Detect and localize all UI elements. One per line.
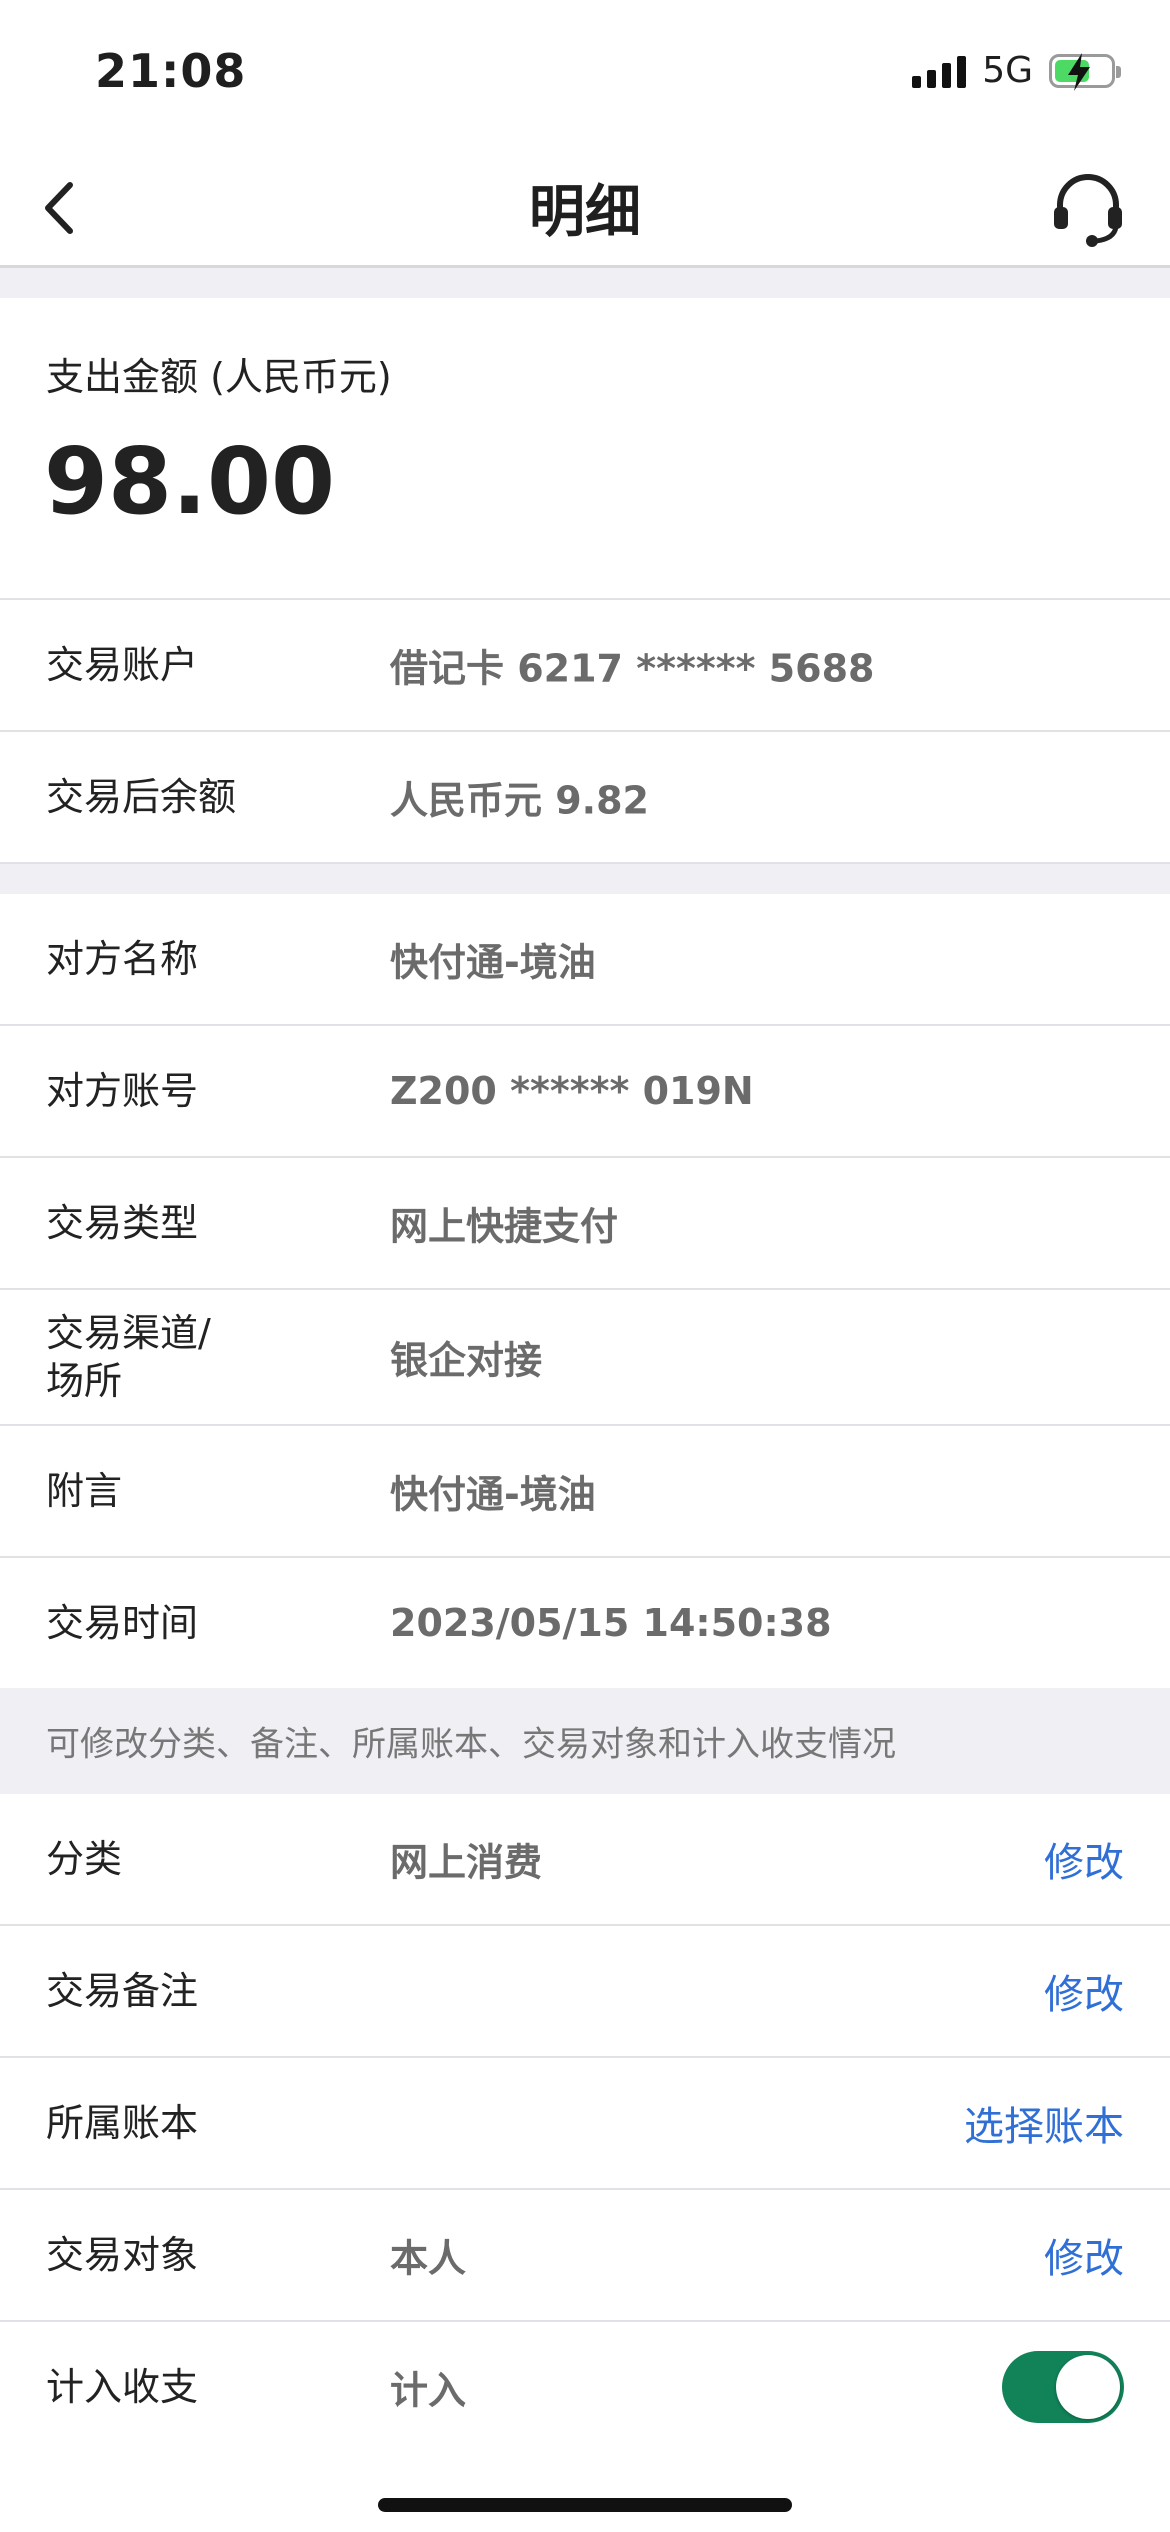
- edit-row-include: 计入收支 计入: [0, 2322, 1170, 2452]
- headset-icon: [1054, 174, 1122, 247]
- include-toggle[interactable]: [1002, 2351, 1124, 2423]
- row-value: 快付通-境油: [390, 940, 596, 985]
- battery-icon: [1049, 52, 1121, 91]
- edit-row-counterpart: 交易对象 本人 修改: [0, 2190, 1170, 2322]
- row-label: 对方名称: [46, 937, 199, 981]
- nav-bar: 明细: [0, 145, 1170, 268]
- row-label: 分类: [46, 1837, 123, 1881]
- edit-row-category: 分类 网上消费 修改: [0, 1794, 1170, 1926]
- row-label: 交易后余额: [46, 775, 237, 819]
- row-value: 借记卡 6217 ****** 5688: [390, 646, 875, 691]
- status-bar: 21:08 5G: [0, 0, 1170, 150]
- page-title: 明细: [529, 180, 641, 245]
- row-label: 对方账号: [46, 1069, 199, 1113]
- amount-value: 98.00: [44, 428, 336, 535]
- customer-service-button[interactable]: [1046, 165, 1130, 249]
- row-label: 交易对象: [46, 2233, 199, 2277]
- edit-row-ledger: 所属账本 选择账本: [0, 2058, 1170, 2190]
- row-label: 交易类型: [46, 1201, 199, 1245]
- amount-section: 支出金额 (人民币元) 98.00: [0, 298, 1170, 600]
- detail-row-balance: 交易后余额 人民币元 9.82: [0, 732, 1170, 864]
- detail-row-time: 交易时间 2023/05/15 14:50:38: [0, 1558, 1170, 1688]
- section-gap: [0, 864, 1170, 894]
- home-indicator[interactable]: [378, 2498, 792, 2512]
- row-label: 交易时间: [46, 1601, 199, 1645]
- detail-row-transaction-type: 交易类型 网上快捷支付: [0, 1158, 1170, 1290]
- status-time: 21:08: [95, 44, 247, 98]
- detail-row-counterparty-account: 对方账号 Z200 ****** 019N: [0, 1026, 1170, 1158]
- row-value: 网上快捷支付: [390, 1204, 619, 1249]
- detail-row-counterparty-name: 对方名称 快付通-境油: [0, 894, 1170, 1026]
- row-value: 本人: [390, 2236, 467, 2281]
- row-value: 银企对接: [390, 1338, 543, 1383]
- detail-row-channel: 交易渠道/ 场所 银企对接: [0, 1290, 1170, 1426]
- edit-hint: 可修改分类、备注、所属账本、交易对象和计入收支情况: [0, 1688, 1170, 1794]
- edit-hint-text: 可修改分类、备注、所属账本、交易对象和计入收支情况: [46, 1724, 896, 1765]
- row-label: 交易备注: [46, 1969, 199, 2013]
- select-ledger-button[interactable]: 选择账本: [964, 2094, 1124, 2152]
- detail-row-account: 交易账户 借记卡 6217 ****** 5688: [0, 600, 1170, 732]
- row-value: 快付通-境油: [390, 1472, 596, 1517]
- toggle-knob: [1056, 2355, 1120, 2419]
- edit-note-button[interactable]: 修改: [1044, 1962, 1124, 2020]
- status-indicators: 5G: [912, 50, 1121, 91]
- row-label: 所属账本: [46, 2101, 199, 2145]
- section-gap: [0, 268, 1170, 298]
- row-value: 计入: [390, 2368, 467, 2413]
- edit-counterpart-button[interactable]: 修改: [1044, 2226, 1124, 2284]
- network-type: 5G: [982, 50, 1033, 91]
- row-label: 交易渠道/ 场所: [46, 1311, 211, 1403]
- row-value: 网上消费: [390, 1840, 543, 1885]
- row-value: Z200 ****** 019N: [390, 1069, 754, 1113]
- row-value: 2023/05/15 14:50:38: [390, 1601, 832, 1645]
- row-label: 交易账户: [46, 643, 199, 687]
- edit-row-note: 交易备注 修改: [0, 1926, 1170, 2058]
- amount-label: 支出金额 (人民币元): [46, 355, 392, 399]
- signal-icon: [912, 54, 967, 88]
- row-label: 附言: [46, 1469, 123, 1513]
- row-label: 计入收支: [46, 2365, 199, 2409]
- detail-row-memo: 附言 快付通-境油: [0, 1426, 1170, 1558]
- row-value: 人民币元 9.82: [390, 778, 649, 823]
- edit-category-button[interactable]: 修改: [1044, 1830, 1124, 1888]
